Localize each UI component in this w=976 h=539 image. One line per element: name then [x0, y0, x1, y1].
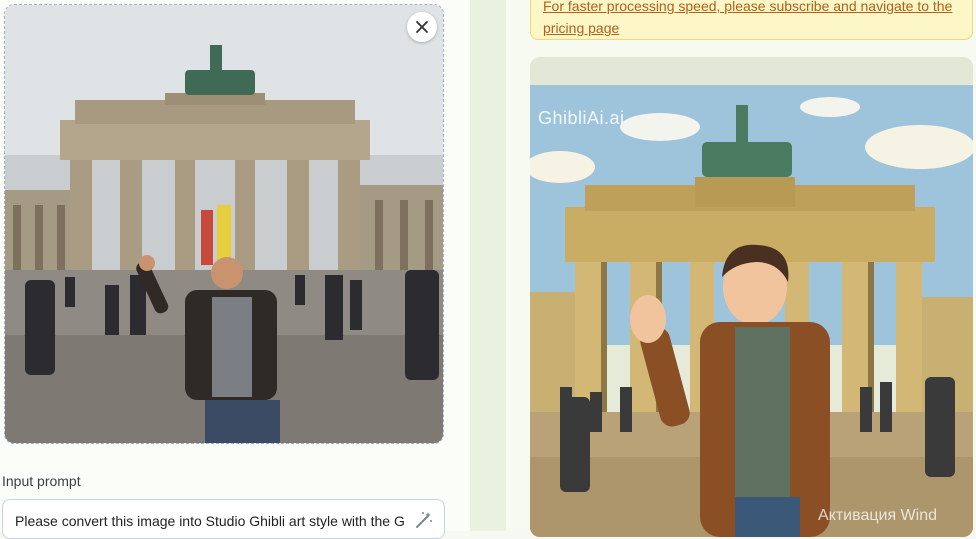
- watermark: GhibliAi.ai: [538, 108, 625, 128]
- generated-image: [530, 57, 973, 537]
- pricing-notice: For faster processing speed, please subs…: [530, 0, 973, 40]
- uploaded-image-dropzone[interactable]: [4, 4, 444, 444]
- pricing-link[interactable]: For faster processing speed, please subs…: [543, 0, 963, 39]
- prompt-text[interactable]: Please convert this image into Studio Gh…: [15, 513, 409, 529]
- input-prompt-label: Input prompt: [2, 473, 81, 489]
- ghibli-result-illustration: [530, 57, 973, 537]
- remove-image-button[interactable]: [407, 12, 437, 42]
- uploaded-photo: [5, 5, 443, 443]
- magic-wand-icon[interactable]: [414, 510, 434, 530]
- close-icon: [416, 21, 428, 33]
- windows-activation-watermark: Активация Wind: [818, 507, 937, 524]
- panel-divider: [470, 0, 506, 531]
- prompt-input[interactable]: Please convert this image into Studio Gh…: [2, 499, 445, 539]
